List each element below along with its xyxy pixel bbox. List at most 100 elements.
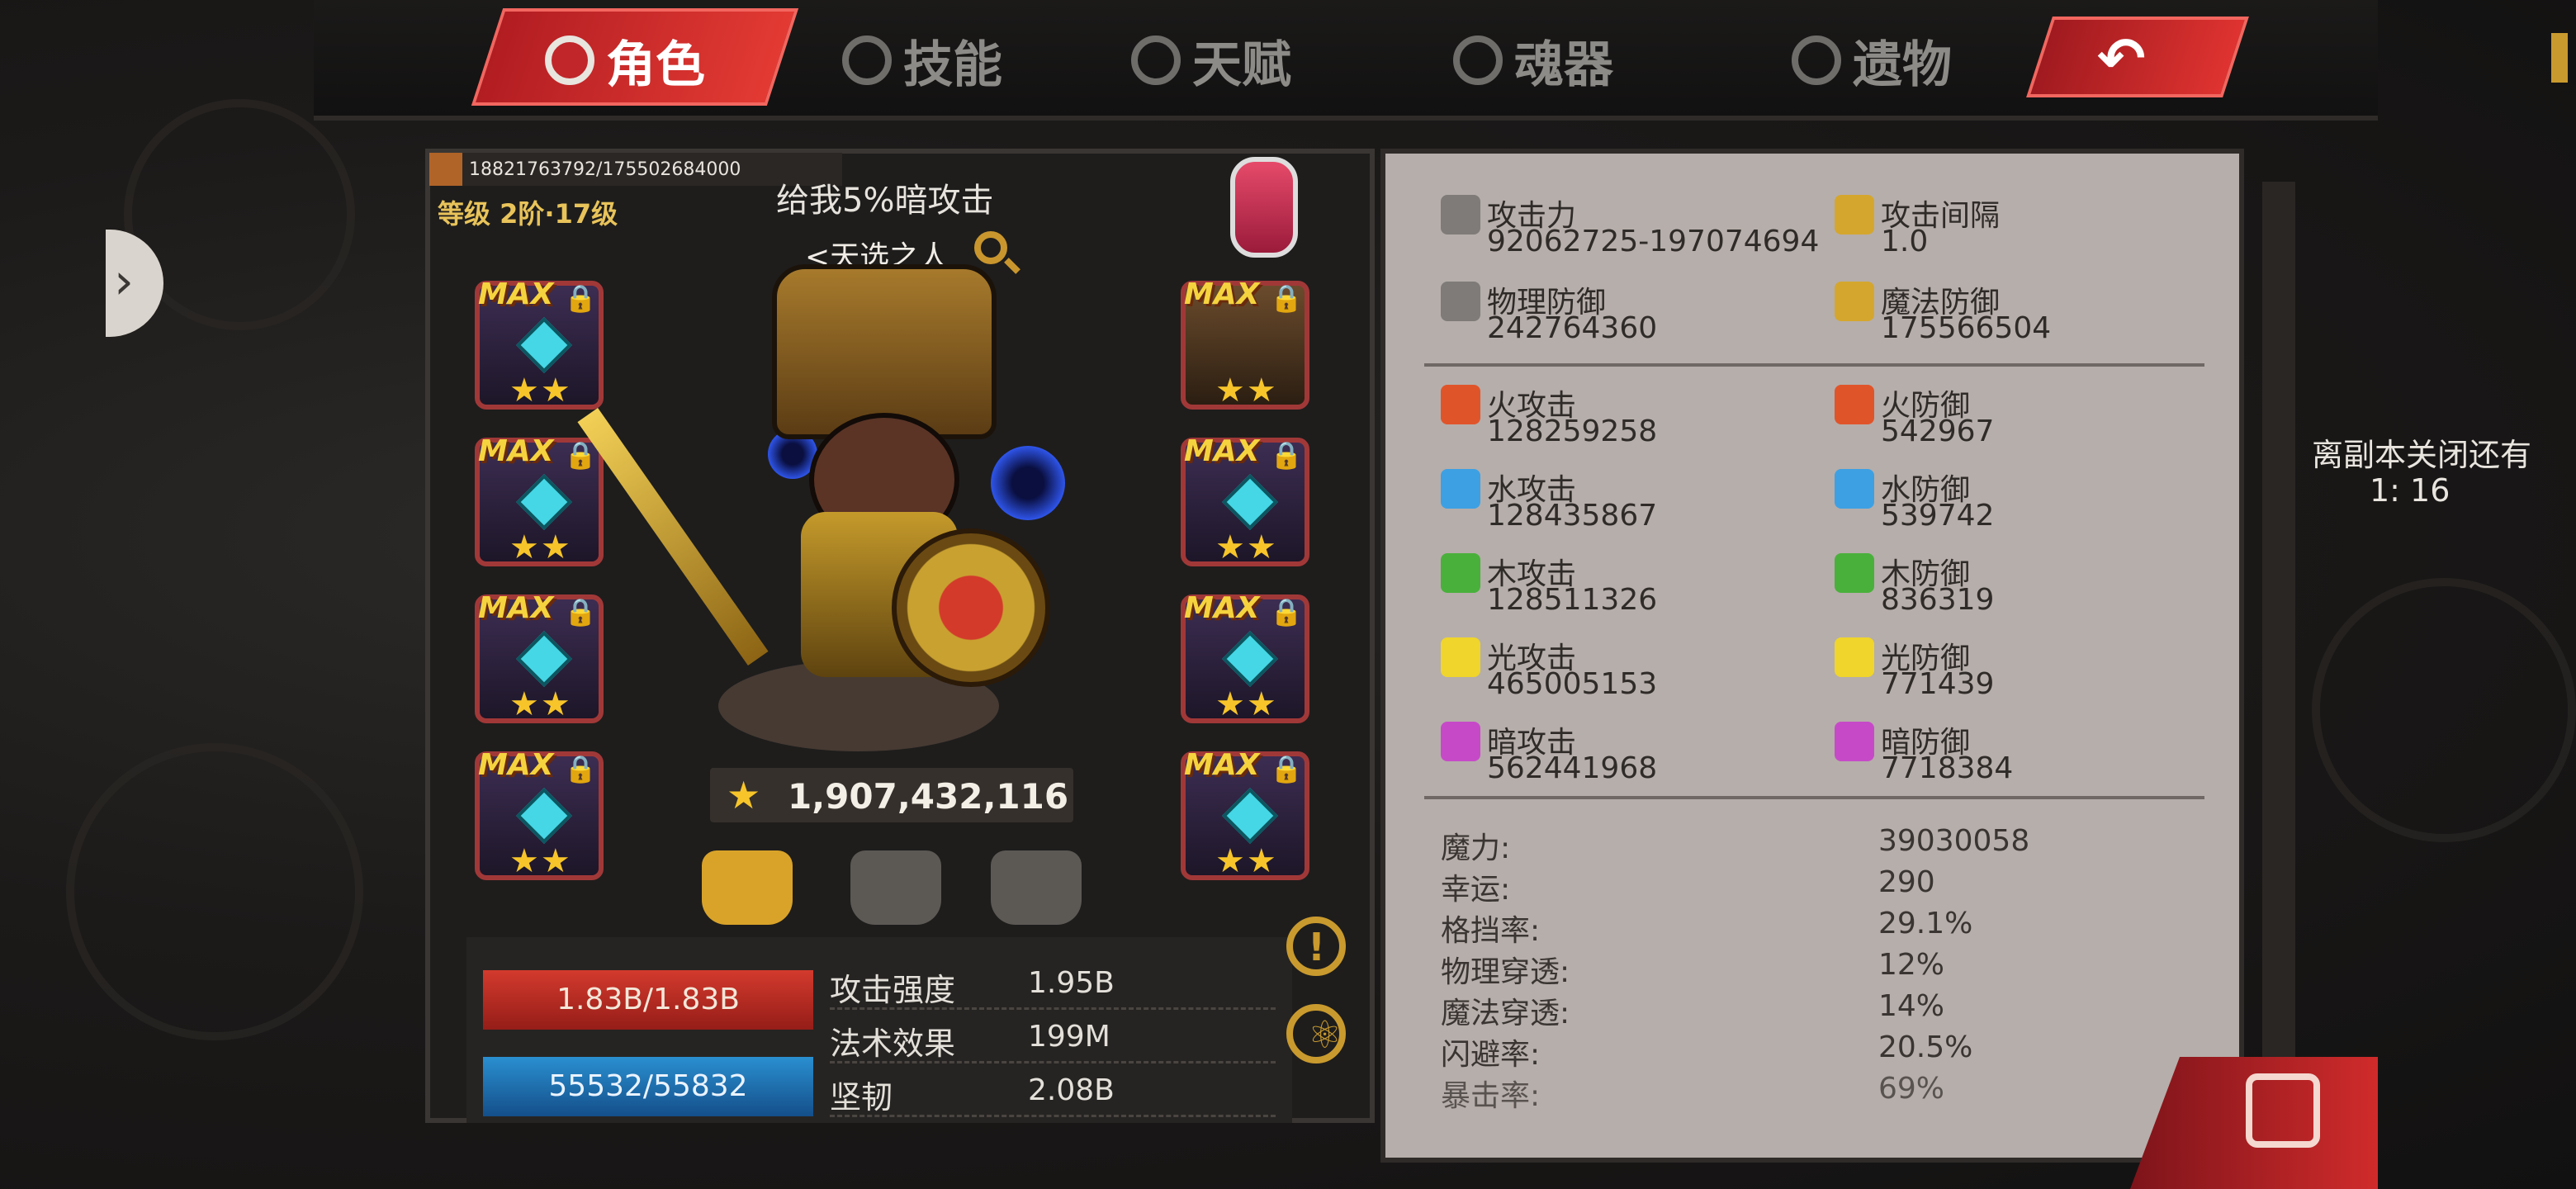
star-icon: ★ <box>727 773 761 817</box>
summary-value: 2.08B <box>1028 1073 1115 1107</box>
side-handle-icon[interactable] <box>2551 33 2568 83</box>
skill-icon <box>842 36 892 85</box>
star-rating: ★★ <box>1215 842 1278 880</box>
light-defense-icon <box>1835 637 1874 677</box>
max-label: MAX <box>478 434 554 468</box>
stat-value: 542967 <box>1881 414 1995 448</box>
misc-stat-value: 290 <box>1878 865 1935 899</box>
misc-stat-value: 69% <box>1878 1072 1945 1106</box>
misc-stat-label: 格挡率: <box>1441 914 1541 948</box>
equip-slot-amulet[interactable]: MAX 🔒 ★★ <box>1181 748 1309 880</box>
atom-button[interactable]: ⚛ <box>1286 1004 1346 1063</box>
summary-row: 法术效果 199M <box>830 1011 1276 1063</box>
star-rating: ★★ <box>509 372 572 410</box>
decor-ring <box>2312 578 2576 842</box>
light-attack-icon <box>1441 637 1480 677</box>
tab-label: 魂器 <box>1514 36 1613 94</box>
armor-tab-indicator <box>735 918 765 921</box>
misc-stat-value: 29.1% <box>1878 907 1973 940</box>
lock-icon: 🔒 <box>564 439 597 471</box>
player-id: 18821763792/175502684000 <box>469 159 741 180</box>
equip-slot-leggings[interactable]: MAX 🔒 ★★ <box>1181 591 1309 723</box>
stat-value: 539742 <box>1881 499 1995 533</box>
hp-bar: 1.83B/1.83B <box>483 970 813 1030</box>
back-arrow-icon[interactable]: ↶ <box>2097 25 2146 92</box>
tab-talent[interactable]: 天赋 <box>1131 15 1291 106</box>
stat-value: 771439 <box>1881 667 1995 701</box>
armor-set-tab-1[interactable] <box>702 850 793 925</box>
summary-label: 法术效果 <box>830 1026 956 1062</box>
equip-slot-cloak[interactable]: MAX 🔒 ★★ <box>1181 434 1309 566</box>
fire-defense-icon <box>1835 385 1874 424</box>
lock-icon: 🔒 <box>1270 282 1303 314</box>
star-rating: ★★ <box>509 528 572 566</box>
gem-icon <box>516 788 572 844</box>
stat-value: 128259258 <box>1487 414 1658 448</box>
dark-defense-icon <box>1835 722 1874 761</box>
gem-icon <box>1222 474 1278 530</box>
tab-label: 天赋 <box>1192 36 1291 94</box>
misc-stat-value: 14% <box>1878 989 1945 1023</box>
dark-orb <box>991 446 1065 520</box>
panel-frame <box>2262 182 2295 1106</box>
stat-value: 242764360 <box>1487 311 1658 345</box>
misc-stat-value: 12% <box>1878 948 1945 982</box>
misc-stat-label: 魔力: <box>1441 831 1511 865</box>
player-quote: 给我5%暗攻击 <box>776 182 994 220</box>
shield-sword-icon <box>1441 282 1480 321</box>
summary-row: 攻击强度 1.95B <box>830 958 1276 1010</box>
stat-value: 465005153 <box>1487 667 1658 701</box>
stat-value: 128435867 <box>1487 499 1658 533</box>
wood-attack-icon <box>1441 553 1480 593</box>
summary-value: 199M <box>1028 1020 1110 1054</box>
mp-bar: 55532/55832 <box>483 1057 813 1116</box>
countdown-label: 离副本关闭还有 <box>2312 437 2532 473</box>
calendar-icon[interactable] <box>2246 1073 2320 1148</box>
stat-value: 1.0 <box>1881 225 1929 258</box>
tab-label: 角色 <box>606 36 705 94</box>
stat-value: 7718384 <box>1881 751 2014 785</box>
stat-value: 92062725-197074694 <box>1487 225 1820 258</box>
talent-icon <box>1131 36 1181 85</box>
equip-slot-ring[interactable]: MAX 🔒 ★★ <box>475 748 604 880</box>
max-label: MAX <box>478 591 554 625</box>
sword-icon <box>1441 195 1480 234</box>
hero-shield <box>892 528 1050 687</box>
equip-slot-gauntlet[interactable]: MAX 🔒 ★★ <box>475 434 604 566</box>
equip-slot-helmet[interactable]: MAX 🔒 ★★ <box>475 277 604 410</box>
chevron-right-icon: › <box>114 253 134 310</box>
lock-icon: 🔒 <box>1270 439 1303 471</box>
gem-icon <box>516 631 572 687</box>
dark-attack-icon <box>1441 722 1480 761</box>
tab-character[interactable]: 角色 <box>545 15 705 106</box>
tab-label: 遗物 <box>1853 36 1952 94</box>
summary-label: 坚韧 <box>830 1079 893 1116</box>
misc-stat-label: 魔法穿透: <box>1441 997 1570 1030</box>
decor-ring <box>66 743 363 1040</box>
max-label: MAX <box>1184 748 1260 782</box>
combat-power-value: 1,907,432,116 <box>788 776 1069 817</box>
tab-skill[interactable]: 技能 <box>842 15 1002 106</box>
info-button[interactable]: ! <box>1286 917 1346 976</box>
star-rating: ★★ <box>1215 685 1278 723</box>
soul-vessel-icon <box>1453 36 1503 85</box>
equip-slot-armor[interactable]: MAX 🔒 ★★ <box>475 591 604 723</box>
search-icon[interactable] <box>974 231 1007 264</box>
misc-stat-label: 物理穿透: <box>1441 955 1570 989</box>
equip-slot-boots[interactable]: MAX 🔒 ★★ <box>1181 277 1309 410</box>
max-label: MAX <box>1184 277 1260 311</box>
tab-label: 技能 <box>903 36 1002 94</box>
star-rating: ★★ <box>509 842 572 880</box>
lock-icon: 🔒 <box>564 753 597 784</box>
atom-icon: ⚛ <box>1308 1012 1342 1057</box>
countdown-time: 1: 16 <box>2370 472 2451 509</box>
gem-icon <box>516 474 572 530</box>
lock-icon: 🔒 <box>1270 753 1303 784</box>
armor-set-tab-3[interactable] <box>991 850 1082 925</box>
tab-soul-vessel[interactable]: 魂器 <box>1453 15 1613 106</box>
max-label: MAX <box>1184 591 1260 625</box>
potion-icon[interactable] <box>1230 157 1298 258</box>
tab-relic[interactable]: 遗物 <box>1792 15 1952 106</box>
wood-defense-icon <box>1835 553 1874 593</box>
armor-set-tab-2[interactable] <box>850 850 941 925</box>
